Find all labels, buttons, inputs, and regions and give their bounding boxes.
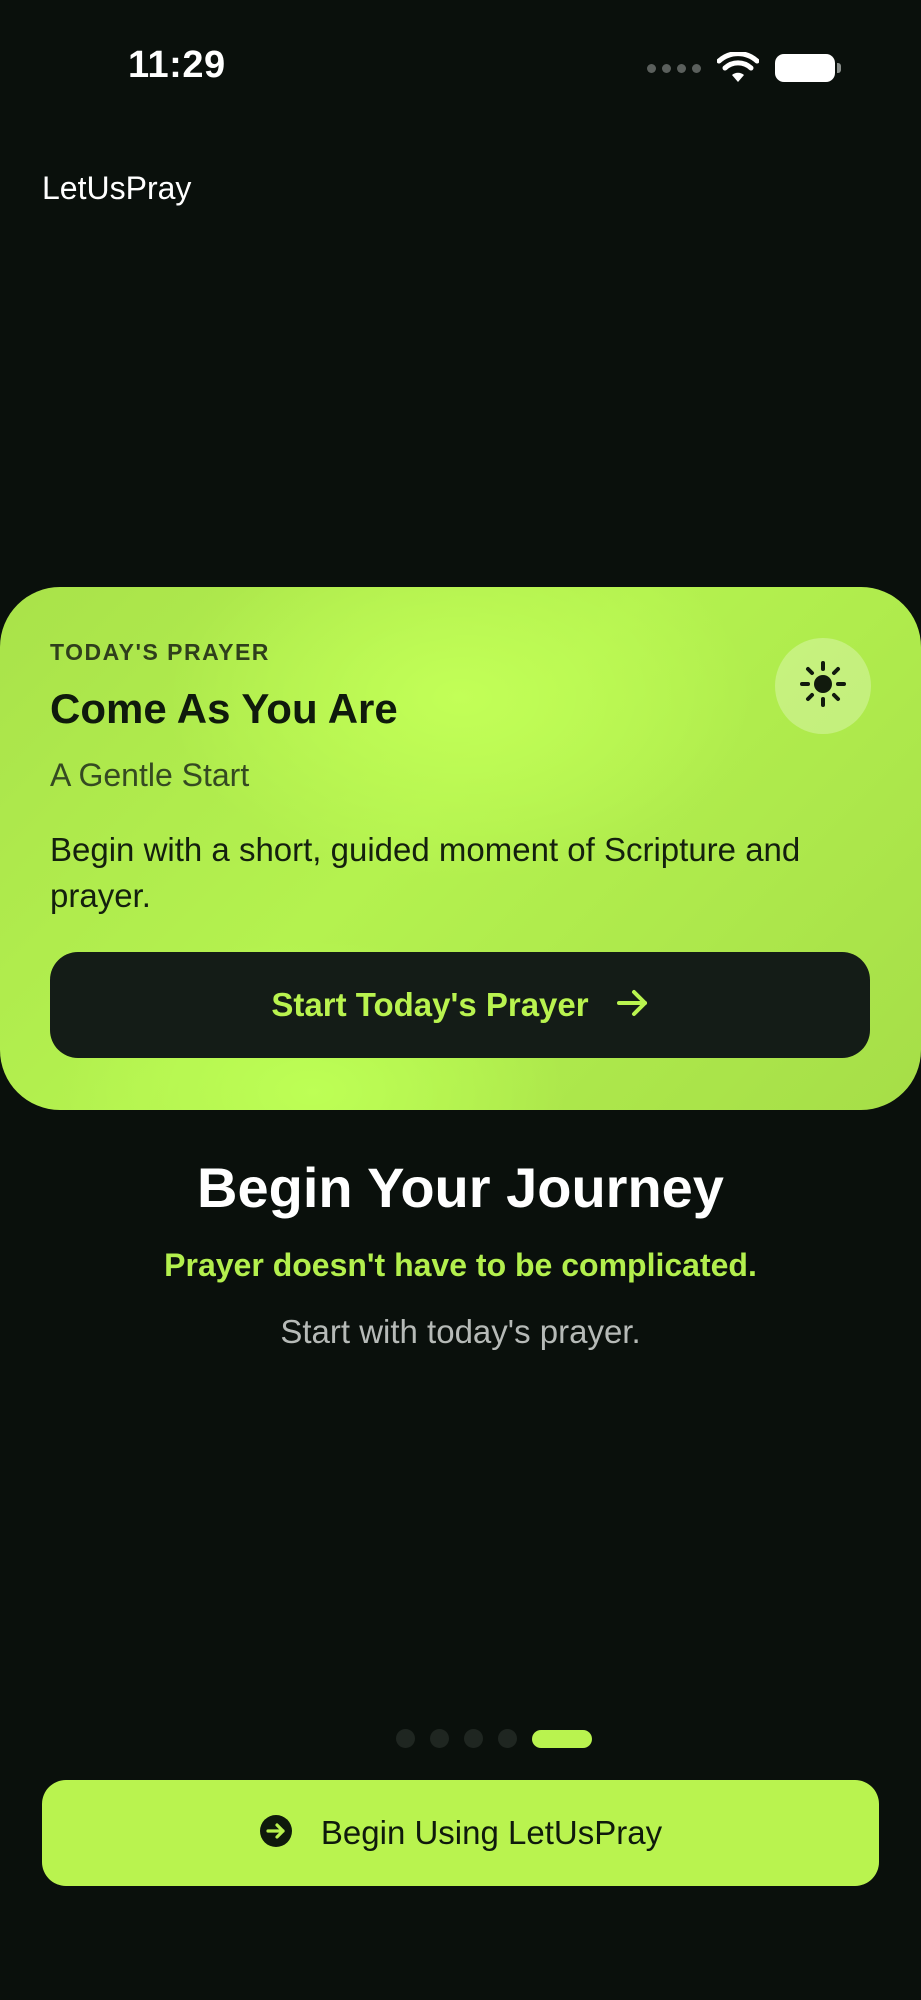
sun-icon: [799, 660, 847, 713]
onboarding-tagline: Prayer doesn't have to be complicated.: [164, 1247, 757, 1283]
card-eyebrow: TODAY'S PRAYER: [50, 639, 270, 665]
page-dot-1[interactable]: [395, 1729, 415, 1748]
onboarding-subtext: Start with today's prayer.: [280, 1313, 641, 1350]
prayer-title: Come As You Are: [50, 685, 398, 732]
start-button-label: Start Today's Prayer: [271, 986, 589, 1023]
begin-using-label: Begin Using LetUsPray: [320, 1814, 663, 1851]
arrow-right-icon: [616, 989, 649, 1022]
status-icons: [647, 48, 841, 88]
onboarding-screen: 11:29 LetUsPray TODAY'S PRAYER Come As Y…: [0, 0, 921, 2000]
arrow-circle-right-icon: [259, 1814, 293, 1853]
page-dot-3[interactable]: [463, 1729, 483, 1748]
prayer-description: Begin with a short, guided moment of Scr…: [50, 831, 801, 914]
wifi-icon: [717, 52, 759, 84]
start-todays-prayer-button[interactable]: Start Today's Prayer: [50, 952, 870, 1058]
page-dot-2[interactable]: [429, 1729, 449, 1748]
onboarding-headline: Begin Your Journey: [197, 1156, 724, 1219]
begin-using-button[interactable]: Begin Using LetUsPray: [42, 1780, 879, 1886]
page-dot-4[interactable]: [497, 1729, 517, 1748]
status-time: 11:29: [128, 44, 226, 86]
app-title: LetUsPray: [42, 170, 192, 206]
todays-prayer-card: TODAY'S PRAYER Come As You Are A Gentle …: [0, 587, 921, 1110]
battery-icon: [775, 54, 841, 82]
page-indicator: [0, 1729, 921, 1748]
cellular-signal-icon: [647, 63, 701, 73]
sun-icon-button: [775, 638, 871, 734]
prayer-subtitle: A Gentle Start: [50, 757, 250, 793]
page-dot-5-active[interactable]: [531, 1729, 592, 1748]
